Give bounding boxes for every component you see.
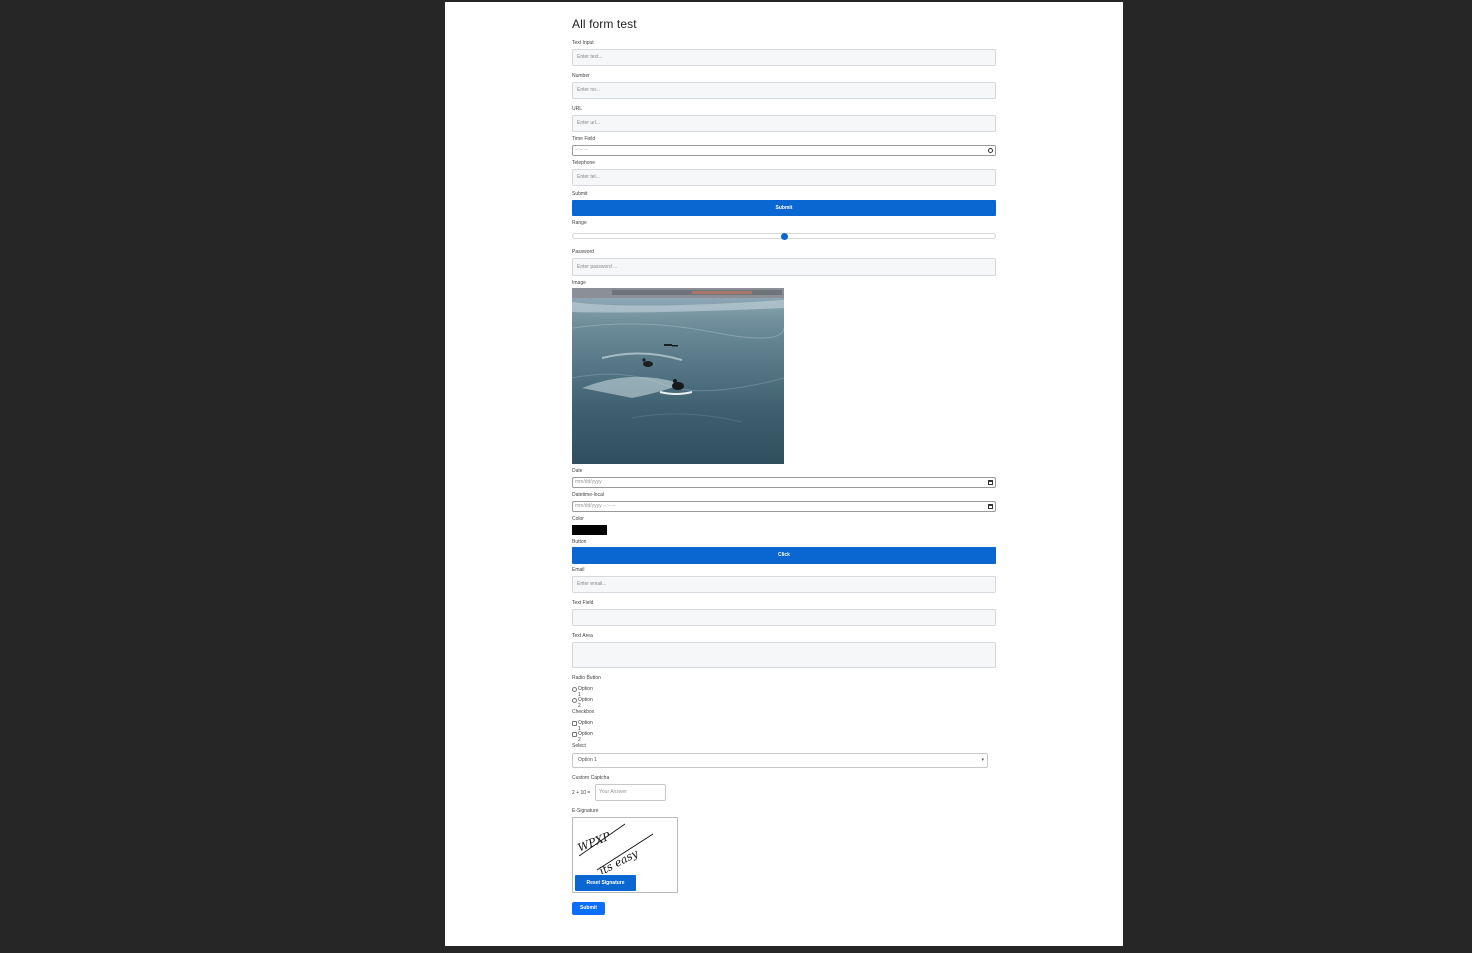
captcha-question: 2 + 10 =	[572, 790, 591, 796]
time-input-value: --:-- --	[575, 147, 588, 153]
click-button[interactable]: Click	[572, 547, 996, 564]
captcha-answer-input[interactable]: Your Answer	[595, 784, 666, 801]
url-label: URL	[572, 106, 583, 112]
radio-input[interactable]	[572, 687, 577, 692]
radio-option-label: Option 2	[578, 697, 593, 709]
date-input[interactable]: mm/dd/yyyy	[572, 477, 996, 488]
telephone-label: Telephone	[572, 160, 596, 166]
text-input-label: Text Input	[572, 40, 594, 46]
signature-line-2: its easy	[597, 846, 641, 874]
signature-pad[interactable]: WPXP its easy Reset Signature	[572, 817, 678, 893]
password-input[interactable]: Enter password ...	[572, 258, 996, 276]
datetime-local-label: Datetime-local	[572, 492, 604, 498]
checkbox-label: Checkbox	[572, 709, 595, 715]
datetime-local-value: mm/dd/yyyy --:-- --	[575, 503, 616, 509]
text-field-label: Text Field	[572, 600, 594, 606]
telephone-input[interactable]: Enter tel...	[572, 169, 996, 186]
reset-signature-button[interactable]: Reset Signature	[575, 875, 636, 891]
date-label: Date	[572, 468, 583, 474]
chevron-down-icon: ▾	[981, 757, 984, 763]
text-area[interactable]	[572, 642, 996, 668]
button-label: Button	[572, 539, 587, 545]
captcha-label: Custom Captcha	[572, 775, 610, 781]
text-area-label: Text Area	[572, 633, 593, 639]
page-title: All form test	[572, 17, 637, 31]
number-label: Number	[572, 73, 590, 79]
select-dropdown[interactable]: Option 1 ▾	[572, 753, 988, 768]
submit-label: Submit	[572, 191, 588, 197]
select-label: Select	[572, 743, 586, 749]
time-input[interactable]: --:-- --	[572, 145, 996, 156]
email-input[interactable]: Enter email...	[572, 576, 996, 593]
calendar-icon[interactable]	[988, 504, 993, 509]
radio-input[interactable]	[572, 698, 577, 703]
datetime-local-input[interactable]: mm/dd/yyyy --:-- --	[572, 501, 996, 512]
checkbox-option-label: Option 2	[578, 731, 593, 743]
page-canvas: All form test Text Input Enter text... N…	[445, 2, 1123, 946]
ocean-surfers-picture	[572, 288, 784, 423]
color-label: Color	[572, 516, 584, 522]
text-field-input[interactable]	[572, 609, 996, 626]
date-input-value: mm/dd/yyyy	[575, 479, 602, 485]
url-input[interactable]: Enter url...	[572, 115, 996, 132]
signature-label: E-Signature	[572, 808, 599, 814]
color-picker[interactable]	[572, 525, 607, 535]
clock-icon[interactable]	[988, 148, 993, 153]
signature-line-1: WPXP	[576, 829, 613, 854]
submit-button[interactable]: Submit	[572, 200, 996, 216]
text-input[interactable]: Enter text...	[572, 49, 996, 66]
surf-image	[572, 288, 784, 464]
email-label: Email	[572, 567, 585, 573]
checkbox-input[interactable]	[572, 721, 577, 726]
checkbox-input[interactable]	[572, 732, 577, 737]
radio-label: Radio Button	[572, 675, 601, 681]
calendar-icon[interactable]	[988, 480, 993, 485]
time-field-label: Time Field	[572, 136, 596, 142]
final-submit-button[interactable]: Submit	[572, 902, 605, 915]
password-label: Password	[572, 249, 594, 255]
select-value: Option 1	[578, 757, 597, 763]
signature-drawing: WPXP its easy	[576, 823, 654, 878]
number-input[interactable]: Enter no...	[572, 82, 996, 99]
range-thumb[interactable]	[781, 233, 788, 240]
range-label: Range	[572, 220, 587, 226]
image-label: Image	[572, 280, 586, 286]
